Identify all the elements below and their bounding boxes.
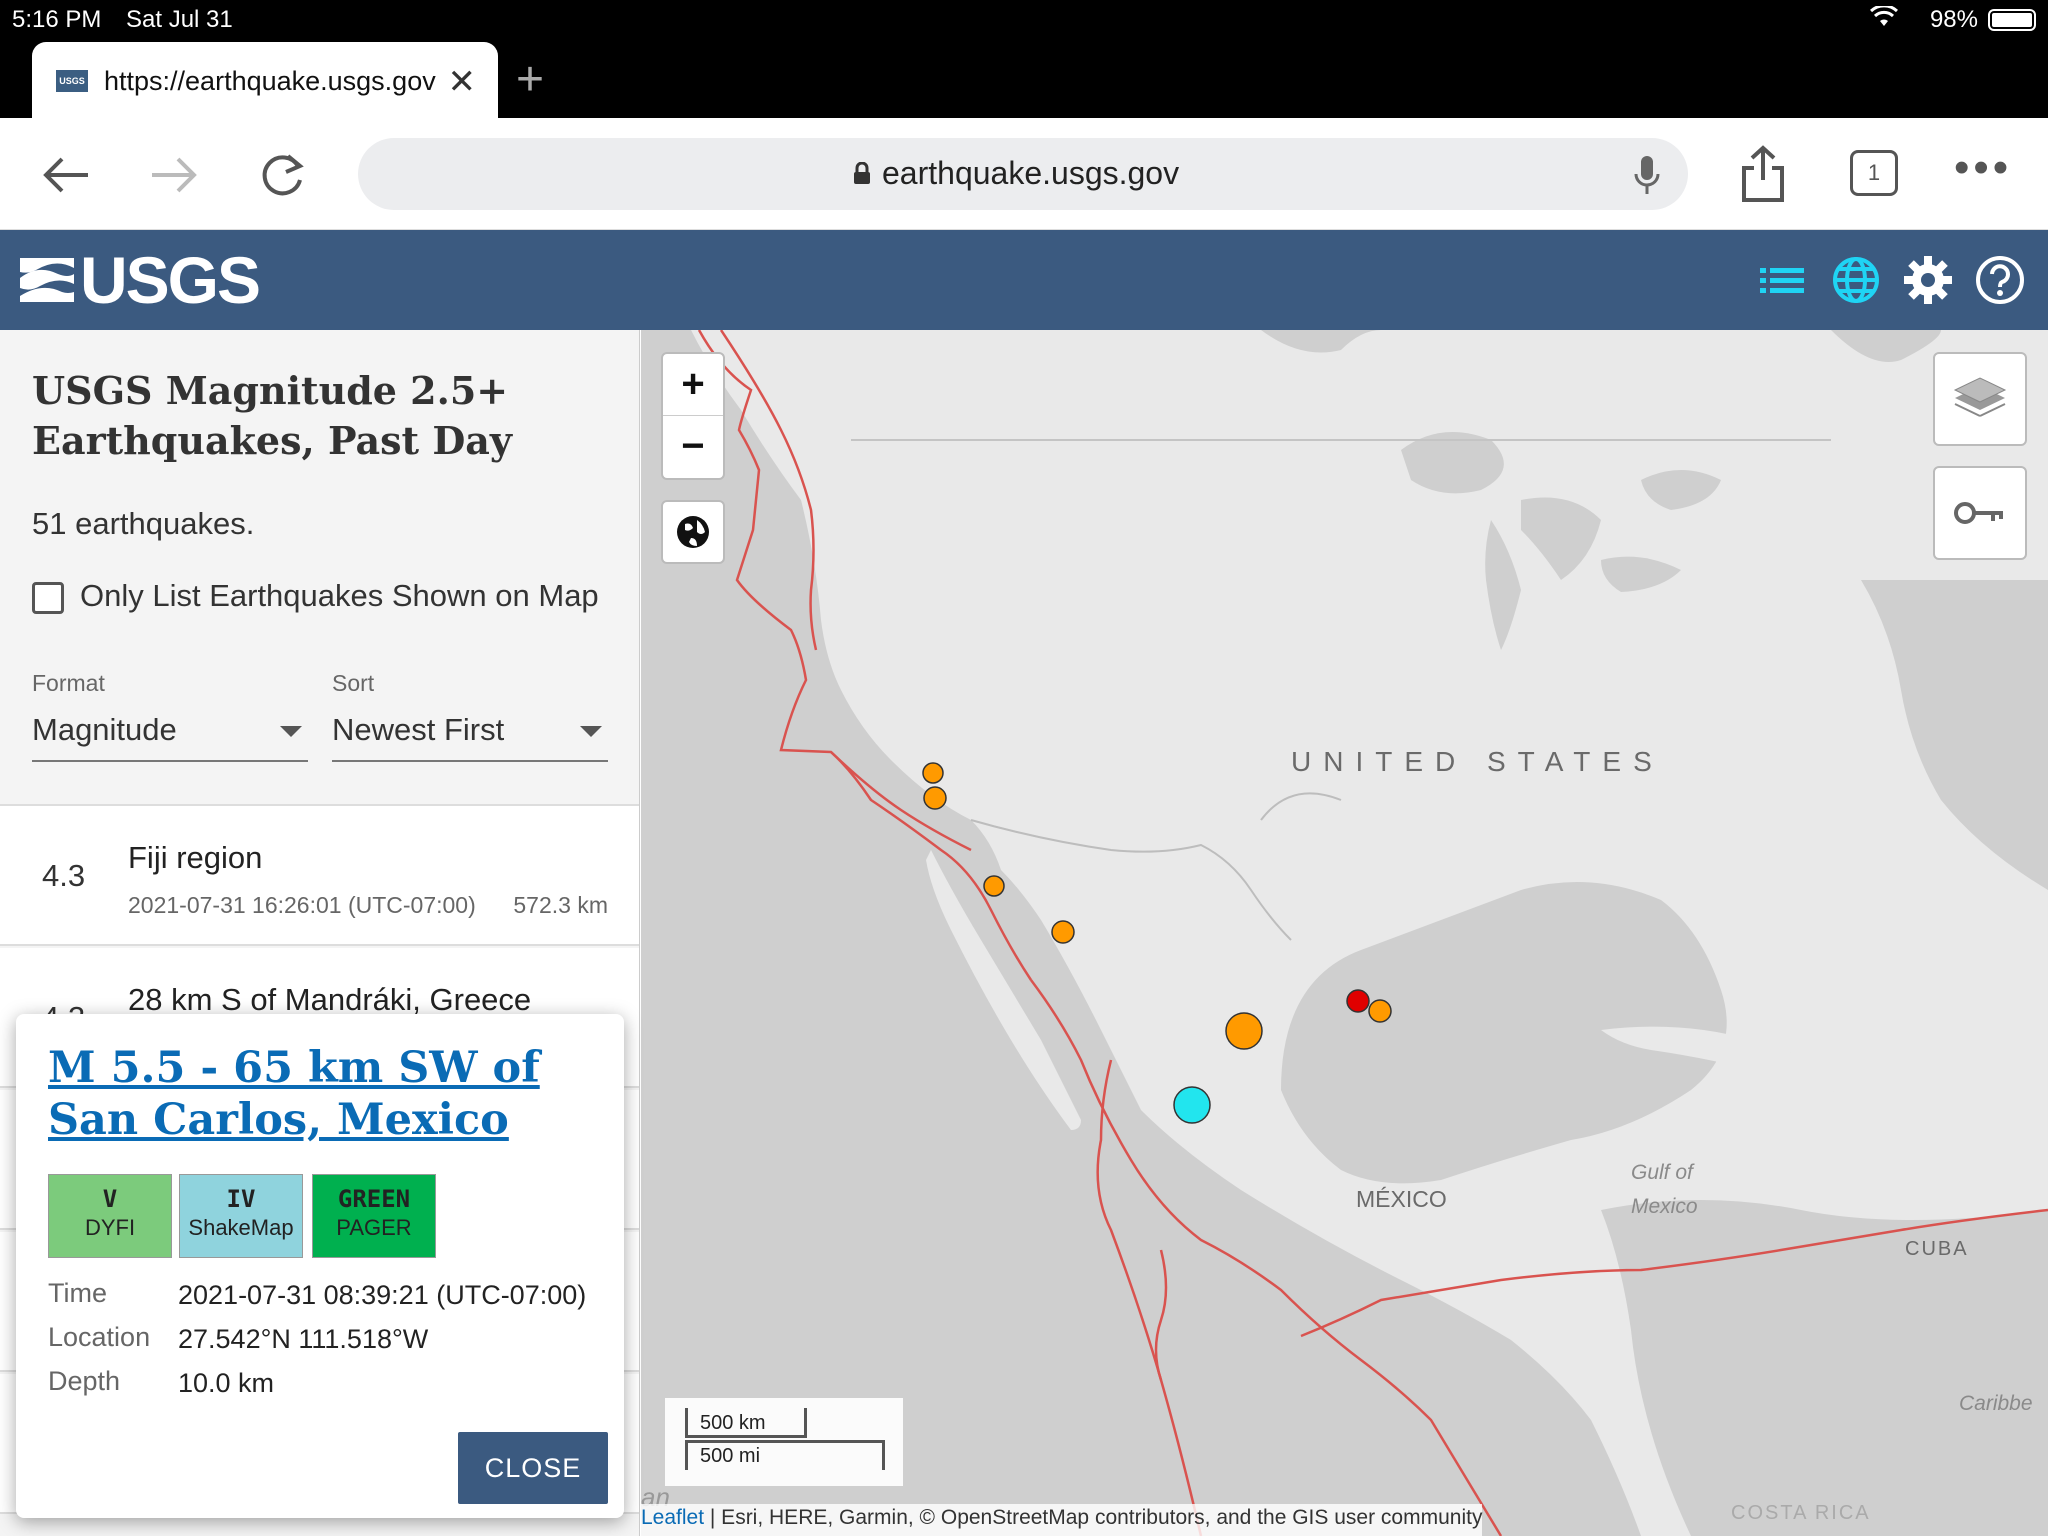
- pager-label: PAGER: [336, 1215, 412, 1240]
- close-tab-icon[interactable]: ✕: [448, 62, 477, 102]
- dyfi-level: V: [102, 1185, 118, 1213]
- usgs-wordmark: USGS: [80, 243, 261, 317]
- map-label-mexico: MÉXICO: [1356, 1186, 1447, 1212]
- time-value: 2021-07-31 08:39:21 (UTC-07:00): [178, 1280, 587, 1310]
- gear-icon[interactable]: [1902, 254, 1954, 306]
- forward-icon[interactable]: [144, 148, 204, 202]
- share-icon[interactable]: [1738, 144, 1788, 209]
- world-view-button[interactable]: [661, 500, 725, 564]
- earthquake-marker: [1051, 920, 1075, 944]
- only-list-checkbox[interactable]: [32, 582, 64, 614]
- depth-label: Depth: [48, 1366, 121, 1396]
- status-bar: 5:16 PM Sat Jul 31 98%: [0, 0, 2048, 40]
- more-menu-icon[interactable]: •••: [1954, 146, 2012, 190]
- usgs-header: USGS: [0, 230, 2048, 330]
- scale-km: 500 km: [685, 1408, 807, 1438]
- sort-select[interactable]: Newest First: [332, 704, 608, 762]
- globe-icon: [677, 516, 709, 548]
- close-button[interactable]: CLOSE: [458, 1432, 608, 1504]
- browser-toolbar: earthquake.usgs.gov 1 •••: [0, 118, 2048, 230]
- earthquake-popup: M 5.5 - 65 km SW of San Carlos, Mexico V…: [16, 1014, 624, 1518]
- legend-button[interactable]: [1933, 466, 2027, 560]
- location-value: 27.542°N 111.518°W: [178, 1324, 429, 1354]
- map-label-costa-rica: COSTA RICA: [1731, 1502, 1871, 1524]
- list-icon[interactable]: [1756, 254, 1808, 306]
- tab-strip: USGS https://earthquake.usgs.gov ✕ +: [0, 40, 2048, 118]
- eq-time: 2021-07-31 16:26:01 (UTC-07:00): [128, 892, 476, 918]
- earthquake-marker: [983, 875, 1005, 897]
- scale-bar: 500 km 500 mi: [665, 1398, 903, 1486]
- eq-place: Fiji region: [128, 840, 263, 875]
- earthquake-marker: [923, 786, 947, 810]
- popup-title-link[interactable]: M 5.5 - 65 km SW of San Carlos, Mexico: [48, 1042, 588, 1146]
- layers-icon: [1953, 377, 2007, 417]
- format-value: Magnitude: [32, 712, 177, 747]
- dyfi-label: DYFI: [84, 1215, 136, 1240]
- key-icon: [1954, 502, 2003, 524]
- leaflet-link[interactable]: Leaflet: [641, 1506, 704, 1529]
- earthquake-marker: [1368, 999, 1392, 1023]
- chevron-down-icon: [580, 726, 602, 737]
- reload-icon[interactable]: [254, 148, 314, 202]
- earthquake-map[interactable]: UNITED STATES MÉXICO Gulf of Mexico CUBA…: [641, 330, 2048, 1536]
- format-label: Format: [32, 670, 105, 696]
- earthquake-count: 51 earthquakes.: [32, 506, 255, 541]
- globe-icon[interactable]: [1830, 254, 1882, 306]
- map-basemap: [641, 330, 2048, 1536]
- lock-icon: [852, 161, 872, 189]
- status-time: 5:16 PM: [12, 6, 102, 33]
- tab-title: https://earthquake.usgs.gov: [104, 66, 436, 96]
- microphone-icon[interactable]: [1632, 154, 1662, 201]
- eq-depth: 572.3 km: [513, 892, 608, 918]
- earthquake-marker-selected: [1173, 1086, 1211, 1124]
- eq-magnitude: 4.3: [42, 858, 86, 893]
- eq-place: 28 km S of Mandráki, Greece: [128, 982, 532, 1017]
- map-label-united-states: UNITED STATES: [1291, 746, 1664, 777]
- earthquake-marker: [1346, 989, 1370, 1013]
- map-label-gulf-of-mexico: Gulf of Mexico: [1631, 1161, 1698, 1218]
- wifi-icon: [1869, 4, 1899, 35]
- map-label-caribbean: Caribbe: [1959, 1392, 2033, 1415]
- earthquake-marker: [1225, 1012, 1263, 1050]
- address-bar[interactable]: earthquake.usgs.gov: [358, 138, 1688, 210]
- battery-percent: 98%: [1929, 6, 1978, 33]
- only-list-label[interactable]: Only List Earthquakes Shown on Map: [80, 578, 599, 614]
- location-label: Location: [48, 1322, 151, 1352]
- shakemap-level: IV: [226, 1185, 256, 1213]
- list-item[interactable]: 4.3 Fiji region 2021-07-31 16:26:01 (UTC…: [0, 806, 639, 946]
- list-title: USGS Magnitude 2.5+ Earthquakes, Past Da…: [32, 368, 512, 463]
- format-select[interactable]: Magnitude: [32, 704, 308, 762]
- zoom-in-button[interactable]: +: [663, 354, 723, 416]
- battery-icon: [1988, 9, 2036, 31]
- usgs-wave-icon: [20, 258, 74, 302]
- scale-mi: 500 mi: [685, 1440, 885, 1470]
- usgs-logo[interactable]: USGS: [18, 243, 261, 317]
- new-tab-icon[interactable]: +: [516, 56, 544, 104]
- status-date: Sat Jul 31: [126, 6, 233, 33]
- shakemap-badge[interactable]: IV ShakeMap: [179, 1174, 303, 1258]
- layers-button[interactable]: [1933, 352, 2027, 446]
- map-attribution: Leaflet | Esri, HERE, Garmin, © OpenStre…: [641, 1504, 1483, 1536]
- sort-value: Newest First: [332, 712, 505, 747]
- map-label-cuba: CUBA: [1905, 1238, 1969, 1260]
- attribution-text: | Esri, HERE, Garmin, © OpenStreetMap co…: [704, 1506, 1483, 1529]
- time-label: Time: [48, 1278, 107, 1308]
- depth-value: 10.0 km: [178, 1368, 275, 1398]
- browser-tab[interactable]: USGS https://earthquake.usgs.gov ✕: [32, 42, 498, 118]
- pager-level: GREEN: [337, 1185, 411, 1213]
- zoom-out-button[interactable]: −: [663, 416, 723, 478]
- shakemap-label: ShakeMap: [188, 1215, 294, 1240]
- tab-switcher-button[interactable]: 1: [1850, 150, 1898, 196]
- zoom-control: + −: [661, 352, 725, 480]
- dyfi-badge[interactable]: V DYFI: [48, 1174, 172, 1258]
- help-icon[interactable]: [1974, 254, 2026, 306]
- usgs-favicon-icon: USGS: [56, 70, 88, 92]
- sort-label: Sort: [332, 670, 375, 696]
- url-host: earthquake.usgs.gov: [882, 155, 1180, 191]
- back-icon[interactable]: [36, 148, 96, 202]
- pager-badge[interactable]: GREEN PAGER: [312, 1174, 436, 1258]
- chevron-down-icon: [280, 726, 302, 737]
- earthquake-marker: [922, 762, 944, 784]
